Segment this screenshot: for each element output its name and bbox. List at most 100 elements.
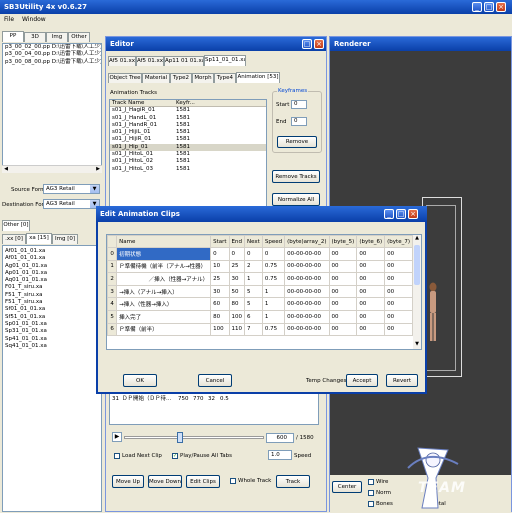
tab-other-files[interactable]: Other [0] <box>2 220 30 231</box>
column-header[interactable]: Speed <box>261 235 286 248</box>
byte7-cell[interactable]: 00 <box>384 259 413 274</box>
close-button[interactable]: × <box>496 2 506 12</box>
tab-file-2[interactable]: Af5 01.xx <box>136 56 164 66</box>
byte5-cell[interactable]: 00 <box>328 297 358 311</box>
table-row[interactable]: s01_J_HitoL_03 1581 <box>110 166 266 173</box>
end-cell[interactable]: 30 <box>228 272 245 286</box>
byte-array-cell[interactable]: 00-00-00-00 <box>284 272 330 286</box>
end-cell[interactable]: 80 <box>228 297 245 311</box>
clips-grid[interactable]: Name Start End Next Speed (byte)array_2)… <box>106 234 422 350</box>
clip-name-cell[interactable]: ／挿入（性器→アナル） <box>116 272 212 286</box>
clip-name-cell[interactable]: →挿入（性器→挿入） <box>116 297 212 311</box>
clip-name-cell[interactable]: Ｐ準備待機（前半（アナル→性器） <box>116 259 212 274</box>
byte6-cell[interactable]: 00 <box>356 309 386 324</box>
column-header[interactable]: (byte_6) <box>356 235 386 248</box>
tab-img[interactable]: Img <box>46 32 68 42</box>
play-button[interactable]: ▶ <box>112 432 122 442</box>
table-row[interactable]: s01_J_HandL_01 1581 <box>110 115 266 122</box>
load-next-clip-checkbox[interactable] <box>114 453 120 459</box>
next-cell[interactable]: 1 <box>244 272 263 286</box>
revert-button[interactable]: Revert <box>386 374 418 387</box>
tab-file-1[interactable]: Af5 01.xx <box>108 56 136 66</box>
byte7-cell[interactable]: 00 <box>384 284 413 299</box>
end-input[interactable]: 0 <box>291 117 307 126</box>
tab-file-4[interactable]: Sp11_01_01.xa <box>204 55 246 66</box>
byte6-cell[interactable]: 00 <box>356 284 386 299</box>
cancel-button[interactable]: Cancel <box>198 374 232 387</box>
list-item[interactable]: Ap01_01_01.xa <box>3 270 101 277</box>
start-cell[interactable]: 0 <box>210 247 230 261</box>
end-cell[interactable]: 50 <box>228 284 245 299</box>
wire-checkbox[interactable] <box>368 479 374 485</box>
center-button[interactable]: Center <box>332 481 362 493</box>
start-cell[interactable]: 80 <box>210 309 230 324</box>
byte7-cell[interactable]: 00 <box>384 297 413 311</box>
speed-cell[interactable]: 1 <box>261 284 286 299</box>
clip-name-cell[interactable]: 初期状態 <box>116 247 212 261</box>
byte5-cell[interactable]: 00 <box>328 259 358 274</box>
start-cell[interactable]: 30 <box>210 284 230 299</box>
tab-xx[interactable]: .xx [0] <box>2 234 26 244</box>
end-cell[interactable]: 0 <box>228 247 245 261</box>
list-item[interactable]: F51_T_siru.xa <box>3 292 101 299</box>
list-item[interactable]: p3_00_08_00.pp D:\迅雷下载\人工少女 <box>3 59 101 66</box>
source-format-select[interactable]: AG3 Retail ▼ <box>43 184 100 194</box>
edit-clips-button[interactable]: Edit Clips <box>186 475 220 488</box>
dialog-minimize-button[interactable]: _ <box>384 209 394 219</box>
tab-type4[interactable]: Type4 <box>214 73 236 83</box>
tab-animation[interactable]: Animation [53] <box>236 72 280 83</box>
list-item[interactable]: F01_T_siru.xa <box>3 284 101 291</box>
clips-list[interactable]: 30 外出し最中 1080 1180 49 10 31 ＤＰ開始（ＤＰ待... … <box>109 389 319 425</box>
byte-array-cell[interactable]: 00-00-00-00 <box>284 284 330 299</box>
speed-cell[interactable]: 0.75 <box>261 259 286 274</box>
end-cell[interactable]: 110 <box>228 322 245 337</box>
table-row[interactable]: 31 ＤＰ開始（ＤＰ待... 750 770 32 0.5 <box>110 396 318 403</box>
byte6-cell[interactable]: 00 <box>356 272 386 286</box>
xa-file-list[interactable]: Af01_01_01.xa Af01_01_01.xa Ag01_01_01.x… <box>2 245 102 512</box>
list-item[interactable]: Sp31_01_01.xa <box>3 328 101 335</box>
list-item[interactable]: Sf01_01_01.xa <box>3 306 101 313</box>
list-item[interactable]: Sp01_01_01.xa <box>3 321 101 328</box>
byte-array-cell[interactable]: 00-00-00-00 <box>284 309 330 324</box>
tab-object-tree[interactable]: Object Tree <box>108 73 142 83</box>
table-row[interactable]: 1 Ｐ準備待機（前半（アナル→性器） 10 25 2 0.75 00-00-00… <box>107 259 413 274</box>
byte5-cell[interactable]: 00 <box>328 309 358 324</box>
byte6-cell[interactable]: 00 <box>356 259 386 274</box>
norm-checkbox[interactable] <box>368 490 374 496</box>
tab-pp[interactable]: PP <box>2 31 24 42</box>
ok-button[interactable]: OK <box>123 374 157 387</box>
scroll-right-icon[interactable]: ▶ <box>94 166 102 173</box>
end-cell[interactable]: 100 <box>228 309 245 324</box>
menu-file[interactable]: File <box>4 14 14 26</box>
play-pause-all-checkbox[interactable]: ✓ <box>172 453 178 459</box>
maximize-button[interactable]: □ <box>484 2 494 12</box>
table-row[interactable]: s01_J_HandR_01 1581 <box>110 122 266 129</box>
column-header[interactable]: Name <box>116 235 212 248</box>
column-header[interactable]: (byte_5) <box>328 235 358 248</box>
speed-cell[interactable]: 1 <box>261 297 286 311</box>
next-cell[interactable]: 5 <box>244 297 263 311</box>
scroll-thumb[interactable] <box>414 245 420 285</box>
byte6-cell[interactable]: 00 <box>356 322 386 337</box>
byte5-cell[interactable]: 00 <box>328 272 358 286</box>
byte7-cell[interactable]: 00 <box>384 322 413 337</box>
vertical-scrollbar[interactable]: ▲ ▼ <box>413 235 421 349</box>
destination-format-select[interactable]: AG3 Retail ▼ <box>43 199 100 209</box>
start-cell[interactable]: 60 <box>210 297 230 311</box>
table-row[interactable]: 4 →挿入（性器→挿入） 60 80 5 1 00-00-00-00 00 00… <box>107 297 413 311</box>
horizontal-scrollbar[interactable]: ◀ ▶ <box>2 165 102 173</box>
tab-other[interactable]: Other <box>68 32 90 42</box>
list-item[interactable]: F51_T_siru.xa <box>3 299 101 306</box>
tab-xa[interactable]: xa [15] <box>26 233 52 244</box>
speed-cell[interactable]: 0.75 <box>261 322 286 337</box>
clip-name-cell[interactable]: 挿入完了 <box>116 309 212 324</box>
speed-cell[interactable]: 0 <box>261 247 286 261</box>
next-cell[interactable]: 7 <box>244 322 263 337</box>
editor-maximize-button[interactable]: □ <box>302 39 312 49</box>
list-item[interactable]: Sp41_01_01.xa <box>3 336 101 343</box>
list-item[interactable]: Ag01_01_01.xa <box>3 263 101 270</box>
table-row[interactable]: 0 初期状態 0 0 0 0 00-00-00-00 00 00 00 <box>107 247 413 261</box>
table-row[interactable]: 3 →挿入（アナル→挿入） 30 50 5 1 00-00-00-00 00 0… <box>107 284 413 299</box>
table-row[interactable]: s01_J_HagiR_01 1581 <box>110 107 266 114</box>
tab-morph[interactable]: Morph <box>192 73 214 83</box>
